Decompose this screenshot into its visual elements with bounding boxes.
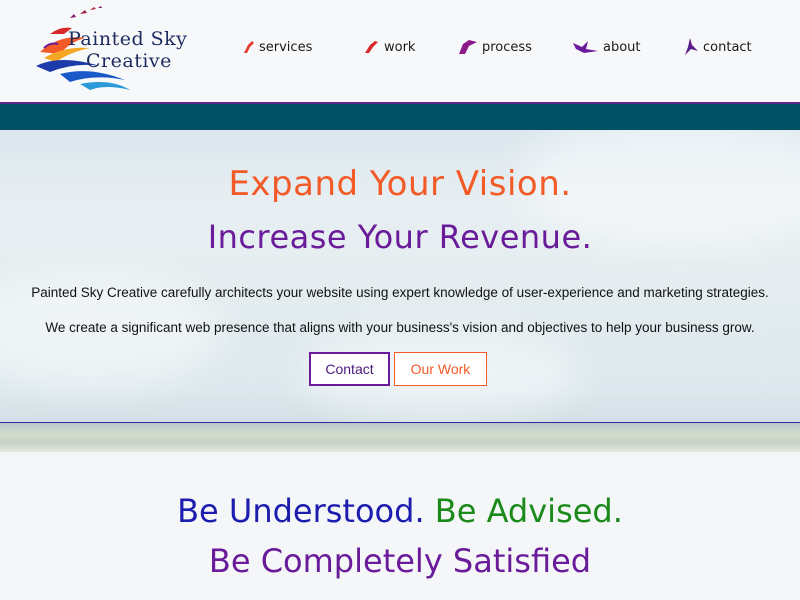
divider-bar bbox=[0, 102, 800, 130]
red-bird-icon bbox=[244, 41, 254, 53]
tagline-section: Be Understood. Be Advised. Be Completely… bbox=[0, 452, 800, 600]
logo[interactable]: Painted Sky Creative bbox=[30, 4, 200, 96]
hero-paragraph-2: We create a significant web presence tha… bbox=[45, 320, 755, 335]
logo-line1: Painted Sky bbox=[68, 28, 188, 50]
nav-services-label: services bbox=[259, 39, 313, 55]
red-bird-icon bbox=[365, 41, 378, 53]
logo-line2: Creative bbox=[86, 50, 172, 72]
tagline-advised: Be Advised. bbox=[434, 492, 623, 530]
hero-subheadline: Increase Your Revenue. bbox=[207, 218, 593, 256]
nav-contact[interactable]: contact bbox=[682, 37, 752, 57]
nav-about[interactable]: about bbox=[572, 39, 641, 55]
nav-about-label: about bbox=[603, 39, 641, 55]
hero-headline: Expand Your Vision. bbox=[228, 164, 572, 204]
purple-bird-icon bbox=[573, 41, 598, 53]
hero-paragraph-1: Painted Sky Creative carefully architect… bbox=[31, 285, 769, 300]
hero-bottom-strip bbox=[0, 422, 800, 452]
tagline-line1: Be Understood. Be Advised. bbox=[0, 492, 800, 530]
nav-work[interactable]: work bbox=[363, 39, 415, 55]
tagline-line2: Be Completely Satisfied bbox=[208, 542, 592, 580]
purple-bird-icon bbox=[685, 38, 698, 55]
nav-process-label: process bbox=[482, 39, 532, 55]
nav-services[interactable]: services bbox=[242, 39, 312, 55]
nav-process[interactable]: process bbox=[457, 38, 532, 56]
tagline-understood: Be Understood. bbox=[177, 492, 425, 530]
hero-section: Expand Your Vision. Increase Your Revenu… bbox=[0, 130, 800, 452]
contact-button[interactable]: Contact bbox=[309, 352, 390, 386]
nav-contact-label: contact bbox=[703, 39, 752, 55]
nav-work-label: work bbox=[384, 39, 416, 55]
site-header: Painted Sky Creative services work proce… bbox=[0, 0, 800, 102]
purple-bird-icon bbox=[459, 40, 477, 54]
our-work-button[interactable]: Our Work bbox=[394, 352, 487, 386]
